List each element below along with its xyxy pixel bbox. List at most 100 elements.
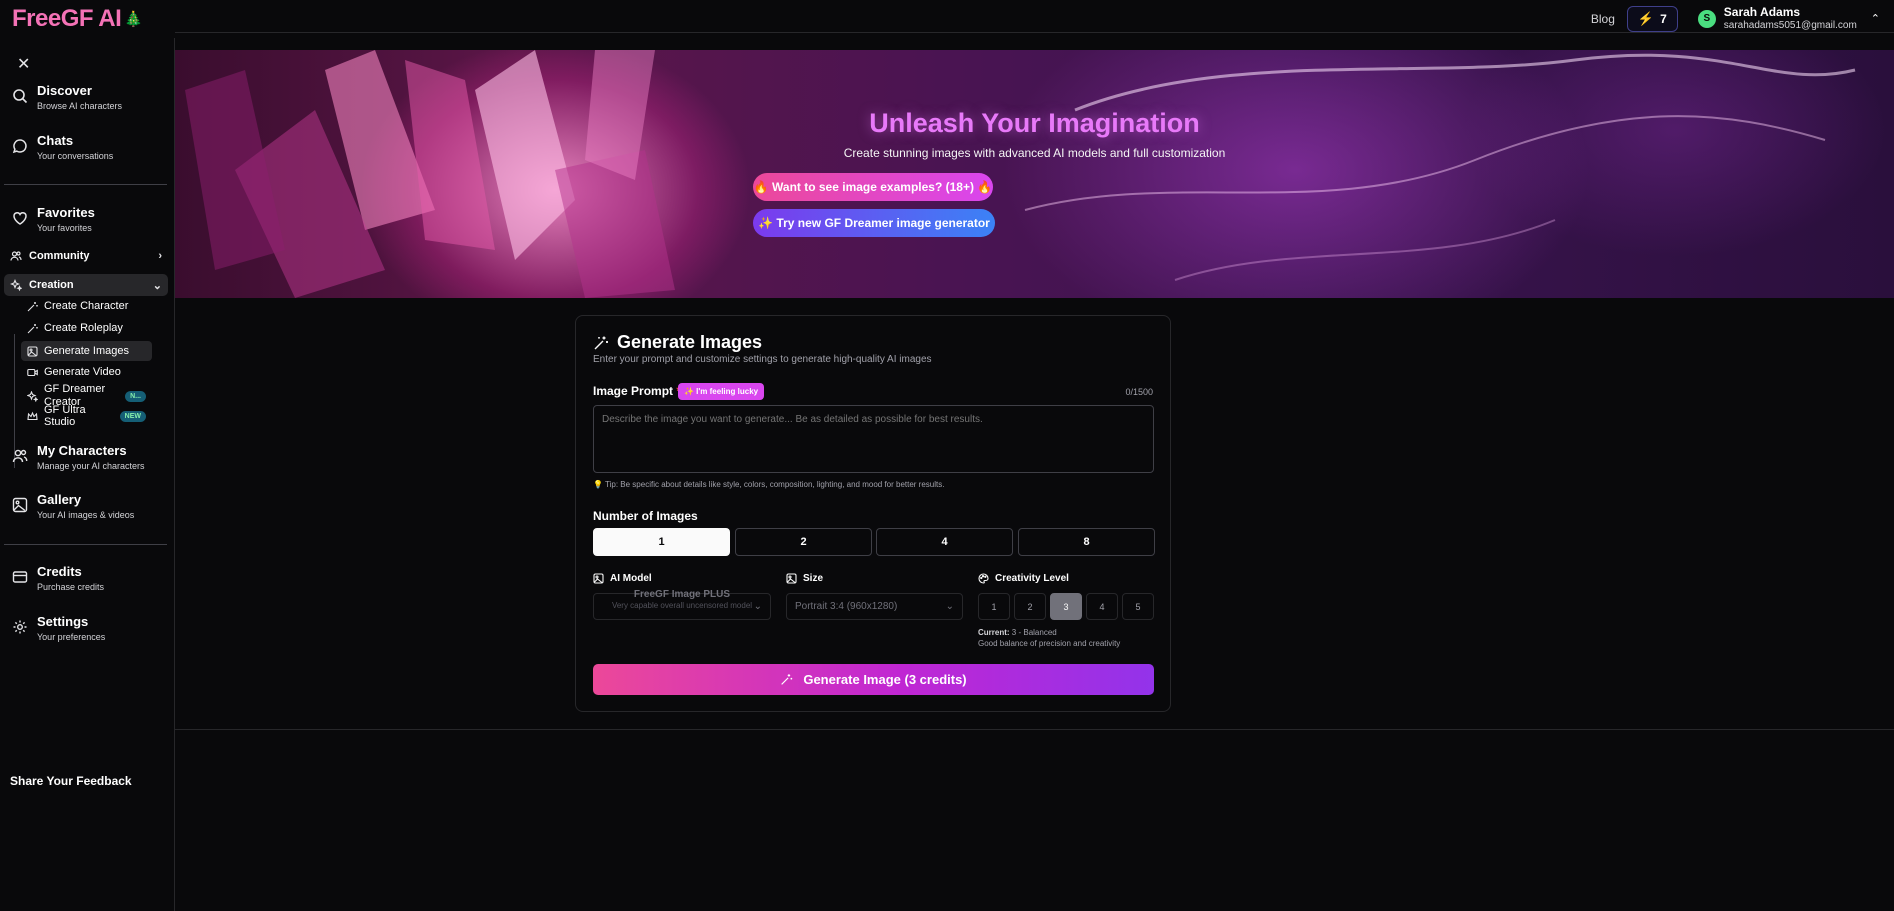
image-icon [27, 345, 38, 357]
current-value: 3 - Balanced [1011, 628, 1057, 637]
chevron-down-icon: ⌄ [945, 601, 954, 612]
chat-bubble-icon [12, 138, 28, 154]
chevron-up-icon: ⌃ [1870, 13, 1880, 26]
community-label: Community [29, 250, 90, 262]
sub-label: Create Character [44, 300, 129, 312]
credits-count: 7 [1660, 12, 1667, 26]
sidebar-item-create-roleplay[interactable]: Create Roleplay [21, 318, 152, 338]
image-icon [593, 573, 604, 584]
image-examples-button[interactable]: 🔥 Want to see image examples? (18+) 🔥 [753, 173, 993, 201]
sidebar-item-creation[interactable]: Creation ⌄ [4, 274, 168, 296]
current-description: Good balance of precision and creativity [978, 639, 1121, 648]
sidebar-item-generate-images[interactable]: Generate Images [21, 341, 152, 361]
num-images-option[interactable]: 8 [1018, 528, 1155, 556]
ai-model-label: AI Model [593, 573, 652, 584]
video-icon [27, 367, 38, 378]
discover-subtitle: Browse AI characters [37, 101, 123, 111]
sidebar-item-chats[interactable]: Chats Your conversations [12, 132, 113, 162]
sub-label: GF Ultra Studio [44, 404, 86, 428]
favorites-title: Favorites [37, 205, 95, 220]
sparkles-icon [27, 390, 38, 402]
credits-pill[interactable]: ⚡ 7 [1626, 6, 1678, 32]
sub-label: Generate Video [44, 366, 121, 378]
share-feedback-link[interactable]: Share Your Feedback [10, 774, 132, 788]
new-badge: NEW [119, 410, 146, 422]
gallery-title: Gallery [37, 492, 82, 507]
num-images-option[interactable]: 2 [735, 528, 872, 556]
close-icon[interactable]: ✕ [17, 54, 30, 74]
prompt-input[interactable] [593, 405, 1154, 473]
size-value: Portrait 3:4 (960x1280) [795, 601, 898, 612]
sidebar-divider [4, 544, 167, 545]
chevron-down-icon: ⌄ [152, 279, 162, 292]
credits-subtitle: Purchase credits [37, 582, 105, 592]
generate-image-button[interactable]: Generate Image (3 credits) [593, 664, 1154, 695]
creativity-label-text: Creativity Level [995, 573, 1069, 584]
gf-dreamer-button[interactable]: ✨ Try new GF Dreamer image generator [753, 209, 995, 237]
sidebar-item-gf-ultra-studio[interactable]: GF Ultra Studio NEW [21, 404, 152, 428]
num-images-option[interactable]: 1 [593, 528, 730, 556]
wand-icon [593, 335, 609, 351]
card-title-text: Generate Images [617, 332, 763, 352]
num-images-option[interactable]: 4 [876, 528, 1013, 556]
sidebar-item-settings[interactable]: Settings Your preferences [12, 613, 105, 643]
my-characters-title: My Characters [37, 443, 127, 458]
divider [175, 729, 1894, 730]
chats-subtitle: Your conversations [37, 151, 114, 161]
card-title: Generate Images [593, 332, 762, 353]
user-name: Sarah Adams [1723, 5, 1801, 20]
user-menu[interactable]: S Sarah Adams sarahadams5051@gmail.com ⌃ [1697, 5, 1880, 32]
new-badge: N... [125, 390, 146, 402]
char-counter: 0/1500 [1125, 387, 1153, 397]
current-prefix: Current: [978, 628, 1010, 637]
my-characters-subtitle: Manage your AI characters [37, 461, 145, 471]
ai-model-label-text: AI Model [610, 573, 652, 584]
generate-images-card: Generate Images Enter your prompt and cu… [575, 315, 1171, 712]
prompt-tip: 💡 Tip: Be specific about details like st… [593, 480, 945, 489]
hero-title: Unleash Your Imagination [869, 108, 1200, 138]
search-icon [12, 88, 28, 104]
num-images-label: Number of Images [593, 509, 698, 523]
creativity-option[interactable]: 1 [978, 593, 1010, 620]
heart-icon [12, 210, 28, 226]
feeling-lucky-button[interactable]: ✨ I'm feeling lucky [678, 383, 765, 400]
sidebar-item-favorites[interactable]: Favorites Your favorites [12, 204, 95, 234]
creativity-label: Creativity Level [978, 573, 1069, 584]
size-label: Size [786, 573, 823, 584]
users-icon [10, 250, 22, 262]
size-select[interactable]: Portrait 3:4 (960x1280) ⌄ [786, 593, 963, 620]
prompt-label: Image Prompt * [593, 384, 681, 398]
tree-icon: 🎄 [124, 11, 143, 28]
blog-link[interactable]: Blog [1591, 12, 1615, 26]
gallery-subtitle: Your AI images & videos [37, 510, 135, 520]
wand-icon [780, 673, 793, 686]
creativity-option[interactable]: 4 [1086, 593, 1118, 620]
sub-label: Create Roleplay [44, 322, 123, 334]
credits-title: Credits [37, 564, 82, 579]
logo-text: FreeGF AI [12, 5, 122, 32]
sidebar-item-gallery[interactable]: Gallery Your AI images & videos [12, 491, 134, 521]
sidebar-item-create-character[interactable]: Create Character [21, 296, 152, 316]
card-subtitle: Enter your prompt and customize settings… [593, 354, 932, 365]
logo[interactable]: FreeGF AI 🎄 [12, 5, 143, 33]
ai-model-value: FreeGF Image PLUS Very capable overall u… [593, 589, 771, 611]
size-label-text: Size [803, 573, 824, 584]
top-right-controls: Blog ⚡ 7 S Sarah Adams sarahadams5051@gm… [1591, 6, 1880, 32]
crown-icon [27, 411, 38, 422]
chats-title: Chats [37, 133, 74, 148]
creativity-option[interactable]: 3 [1050, 593, 1082, 620]
creativity-option[interactable]: 5 [1122, 593, 1154, 620]
sidebar-item-my-characters[interactable]: My Characters Manage your AI characters [12, 442, 145, 472]
sidebar-item-discover[interactable]: Discover Browse AI characters [12, 82, 122, 112]
sidebar-item-credits[interactable]: Credits Purchase credits [12, 563, 104, 593]
divider [175, 32, 1894, 33]
creativity-option[interactable]: 2 [1014, 593, 1046, 620]
lightning-icon: ⚡ [1637, 11, 1655, 26]
sparkles-icon [10, 279, 22, 291]
sidebar-item-community[interactable]: Community › [4, 245, 168, 267]
model-name: FreeGF Image PLUS [633, 589, 731, 600]
favorites-subtitle: Your favorites [37, 223, 92, 233]
user-email: sarahadams5051@gmail.com [1723, 20, 1857, 32]
discover-title: Discover [37, 83, 92, 98]
sidebar-item-generate-video[interactable]: Generate Video [21, 362, 152, 382]
